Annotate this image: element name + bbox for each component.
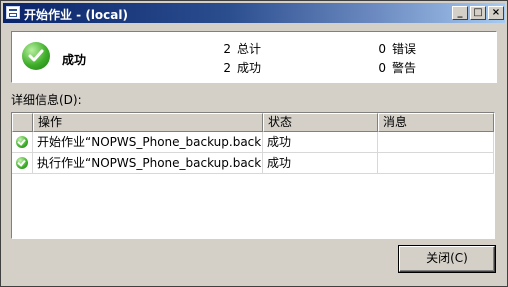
table-row[interactable]: 执行作业“NOPWS_Phone_backup.back... 成功 bbox=[12, 153, 494, 174]
list-header: 操作 状态 消息 bbox=[12, 113, 494, 132]
success-label: 成功 bbox=[237, 61, 262, 75]
details-list[interactable]: 操作 状态 消息 开始作业“NOPWS_Phone_backup.back...… bbox=[11, 112, 495, 239]
success-check-icon bbox=[22, 42, 50, 70]
table-row[interactable]: 开始作业“NOPWS_Phone_backup.back... 成功 bbox=[12, 132, 494, 153]
error-stat: 0 错误 bbox=[372, 40, 416, 57]
warning-label: 警告 bbox=[392, 61, 417, 75]
error-count: 0 bbox=[378, 42, 386, 56]
summary-panel: 成功 2 总计 2 成功 0 错误 0 警告 bbox=[11, 31, 497, 83]
close-window-button[interactable]: × bbox=[488, 6, 504, 20]
dialog-window: 开始作业 - (local) _ □ × 成功 2 总计 2 成功 0 错误 0 警告 … bbox=[0, 0, 508, 287]
header-action[interactable]: 操作 bbox=[33, 113, 263, 132]
row-action: 开始作业“NOPWS_Phone_backup.back... bbox=[33, 132, 263, 153]
row-icon-cell bbox=[12, 153, 33, 174]
total-label: 总计 bbox=[237, 42, 262, 56]
close-button[interactable]: 关闭(C) bbox=[398, 245, 496, 273]
minimize-button[interactable]: _ bbox=[452, 6, 468, 20]
success-stat: 2 成功 bbox=[217, 59, 261, 76]
row-icon-cell bbox=[12, 132, 33, 153]
summary-status: 成功 bbox=[62, 53, 87, 67]
success-count: 2 bbox=[223, 61, 231, 75]
total-stat: 2 总计 bbox=[217, 40, 261, 57]
warning-stat: 0 警告 bbox=[372, 59, 416, 76]
header-icon-column[interactable] bbox=[12, 113, 33, 132]
details-label: 详细信息(D): bbox=[11, 93, 82, 107]
row-message bbox=[378, 132, 494, 153]
header-message[interactable]: 消息 bbox=[378, 113, 494, 132]
window-title: 开始作业 - (local) bbox=[24, 8, 128, 22]
row-action: 执行作业“NOPWS_Phone_backup.back... bbox=[33, 153, 263, 174]
warning-count: 0 bbox=[378, 61, 386, 75]
header-status[interactable]: 状态 bbox=[263, 113, 378, 132]
total-count: 2 bbox=[223, 42, 231, 56]
row-message bbox=[378, 153, 494, 174]
app-window-icon bbox=[6, 6, 20, 19]
row-status: 成功 bbox=[263, 132, 378, 153]
success-icon bbox=[16, 136, 28, 148]
success-icon bbox=[16, 157, 28, 169]
title-bar[interactable]: 开始作业 - (local) _ □ × bbox=[3, 3, 505, 23]
row-status: 成功 bbox=[263, 153, 378, 174]
maximize-button[interactable]: □ bbox=[470, 6, 486, 20]
error-label: 错误 bbox=[392, 42, 417, 56]
